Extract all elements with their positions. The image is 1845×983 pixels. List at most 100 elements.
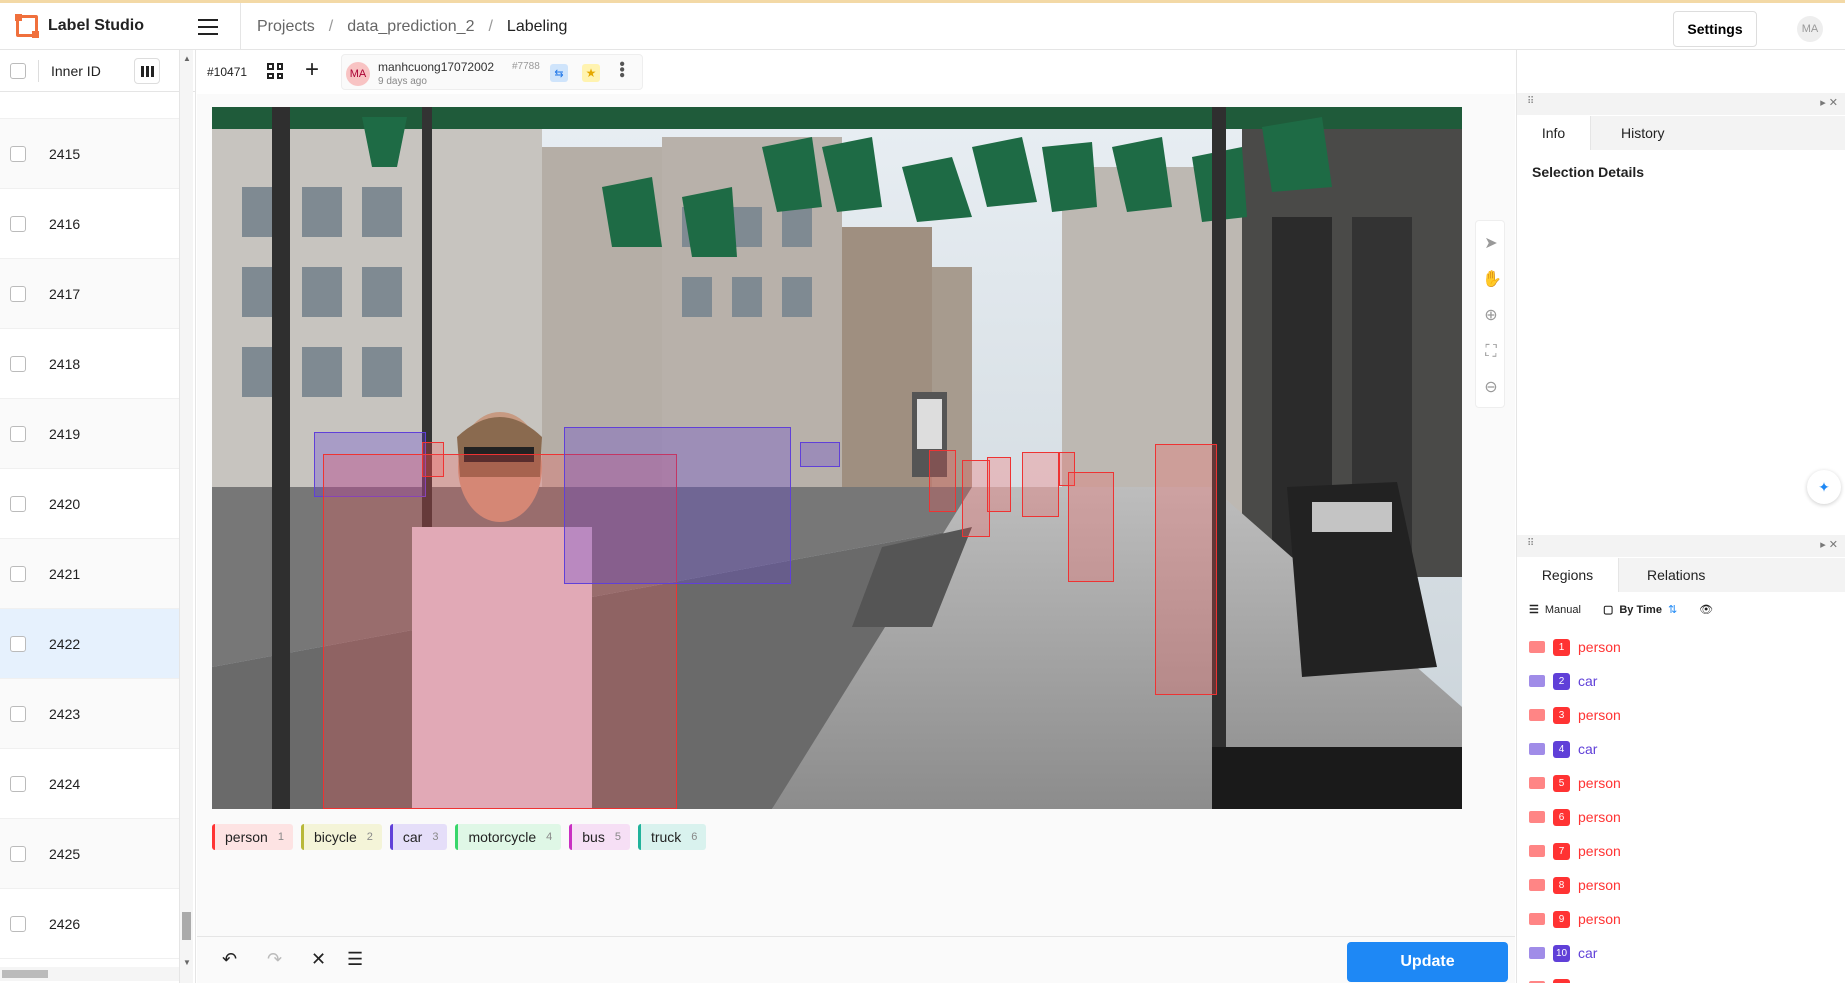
label-bicycle[interactable]: bicycle 2 [300, 824, 382, 850]
scroll-down-icon[interactable]: ▼ [183, 958, 191, 967]
settings-sliders-icon[interactable]: ☰ [347, 949, 363, 970]
region-box-person[interactable] [1022, 452, 1059, 517]
region-item[interactable]: 5 person [1529, 766, 1839, 800]
user-avatar[interactable]: MA [1797, 16, 1823, 42]
region-controls: ☰ Manual ▢ By Time ⇅ 👁 [1529, 603, 1713, 617]
select-all-checkbox[interactable] [10, 62, 26, 79]
settings-button[interactable]: Settings [1673, 11, 1757, 47]
region-box-car[interactable] [800, 442, 840, 467]
scroll-up-icon[interactable]: ▲ [183, 54, 191, 63]
drag-handle-icon[interactable]: ⠿ [1527, 96, 1534, 107]
region-box-person[interactable] [987, 457, 1011, 512]
sort-by-time-toggle[interactable]: ▢ By Time ⇅ [1603, 603, 1677, 617]
label-person[interactable]: person 1 [212, 824, 293, 850]
region-item[interactable]: 1 person [1529, 630, 1839, 664]
tab-regions[interactable]: Regions [1517, 558, 1619, 592]
magic-wand-icon[interactable]: ✦ [1807, 470, 1841, 504]
region-box-person[interactable] [962, 460, 990, 537]
drag-handle-icon[interactable]: ⠿ [1527, 538, 1534, 549]
column-header-inner-id[interactable]: Inner ID [51, 63, 101, 79]
task-row-checkbox[interactable] [10, 355, 26, 372]
star-icon[interactable]: ★ [582, 64, 600, 82]
region-box-person[interactable] [1155, 444, 1217, 695]
region-item[interactable]: 2 car [1529, 664, 1839, 698]
task-row[interactable]: 2421 [0, 539, 180, 609]
manual-sort-toggle[interactable]: ☰ Manual [1529, 603, 1581, 617]
region-item[interactable]: 4 car [1529, 732, 1839, 766]
visibility-icon[interactable]: 👁 [1699, 603, 1713, 616]
label-truck[interactable]: truck 6 [637, 824, 707, 850]
label-car[interactable]: car 3 [389, 824, 448, 850]
task-row-checkbox[interactable] [10, 845, 26, 862]
label-motorcycle[interactable]: motorcycle 4 [455, 824, 562, 850]
task-row[interactable]: 2420 [0, 469, 180, 539]
info-panel-header[interactable]: ⠿ ▸ ✕ [1517, 93, 1845, 115]
task-list-scrollbar[interactable]: ▲ ▼ [179, 50, 193, 983]
region-item[interactable]: 3 person [1529, 698, 1839, 732]
task-list-horizontal-scrollbar[interactable] [0, 967, 179, 981]
tab-relations[interactable]: Relations [1619, 558, 1845, 592]
task-row[interactable]: 2423 [0, 679, 180, 749]
task-row[interactable]: 2416 [0, 189, 180, 259]
task-row-checkbox[interactable] [10, 145, 26, 162]
task-row[interactable]: 2426 [0, 889, 180, 959]
more-options-icon[interactable]: ••• [613, 61, 630, 78]
task-row-checkbox[interactable] [10, 495, 26, 512]
undo-icon[interactable]: ↶ [222, 949, 237, 970]
columns-toggle-icon[interactable] [134, 58, 160, 84]
task-row[interactable]: 2422 [0, 609, 180, 679]
zoom-fit-icon[interactable]: ⛶ [1482, 343, 1500, 361]
panel-controls-icon[interactable]: ▸ ✕ [1820, 96, 1838, 109]
task-row-checkbox[interactable] [10, 705, 26, 722]
task-inner-id: 2426 [49, 915, 81, 932]
task-row[interactable]: 2425 [0, 819, 180, 889]
annotation-card[interactable]: MA manhcuong17072002 9 days ago #7788 ⇆ … [341, 54, 643, 90]
region-item[interactable]: 6 person [1529, 800, 1839, 834]
grid-view-icon[interactable] [267, 63, 283, 79]
scrollbar-thumb[interactable] [182, 912, 191, 940]
redo-icon[interactable]: ↷ [267, 949, 282, 970]
task-row-checkbox[interactable] [10, 425, 26, 442]
region-box-person[interactable] [422, 442, 444, 477]
task-row[interactable]: 2417 [0, 259, 180, 329]
region-box-person[interactable] [1068, 472, 1114, 582]
zoom-out-icon[interactable]: ⊖ [1482, 379, 1500, 397]
hand-icon[interactable]: ✋ [1482, 271, 1502, 289]
zoom-in-icon[interactable]: ⊕ [1482, 307, 1500, 325]
breadcrumb-projects[interactable]: Projects [257, 18, 315, 36]
task-row-checkbox[interactable] [10, 565, 26, 582]
rectangle-icon [1529, 811, 1545, 823]
task-row-checkbox[interactable] [10, 215, 26, 232]
region-item[interactable]: 7 person [1529, 834, 1839, 868]
regions-panel-header[interactable]: ⠿ ▸ ✕ [1517, 535, 1845, 557]
task-row-checkbox[interactable] [10, 775, 26, 792]
tab-history[interactable]: History [1591, 116, 1845, 150]
task-row-checkbox[interactable] [10, 915, 26, 932]
breadcrumb-project[interactable]: data_prediction_2 [347, 18, 474, 36]
scrollbar-thumb[interactable] [2, 970, 48, 978]
task-row-checkbox[interactable] [10, 285, 26, 302]
task-row[interactable]: 2418 [0, 329, 180, 399]
region-box-car[interactable] [564, 427, 791, 584]
image-canvas[interactable] [212, 107, 1462, 809]
app-brand[interactable]: Label Studio [15, 14, 144, 38]
region-item[interactable]: 9 person [1529, 902, 1839, 936]
region-item[interactable]: 10 car [1529, 936, 1839, 970]
region-item[interactable]: 11 person [1529, 970, 1839, 983]
task-row[interactable]: 2424 [0, 749, 180, 819]
task-row-checkbox[interactable] [10, 635, 26, 652]
panel-controls-icon[interactable]: ▸ ✕ [1820, 538, 1838, 551]
task-row[interactable]: 2414 [0, 92, 180, 119]
reset-icon[interactable]: ✕ [311, 949, 326, 970]
task-row[interactable]: 2415 [0, 119, 180, 189]
region-item[interactable]: 8 person [1529, 868, 1839, 902]
pointer-icon[interactable]: ➤ [1482, 235, 1500, 253]
prediction-icon[interactable]: ⇆ [550, 64, 568, 82]
tab-info[interactable]: Info [1517, 116, 1591, 150]
task-row[interactable]: 2419 [0, 399, 180, 469]
hamburger-menu-icon[interactable] [198, 19, 218, 35]
label-bus[interactable]: bus 5 [569, 824, 630, 850]
add-annotation-icon[interactable]: + [305, 58, 319, 82]
region-box-person[interactable] [929, 450, 956, 512]
update-button[interactable]: Update [1347, 942, 1508, 982]
